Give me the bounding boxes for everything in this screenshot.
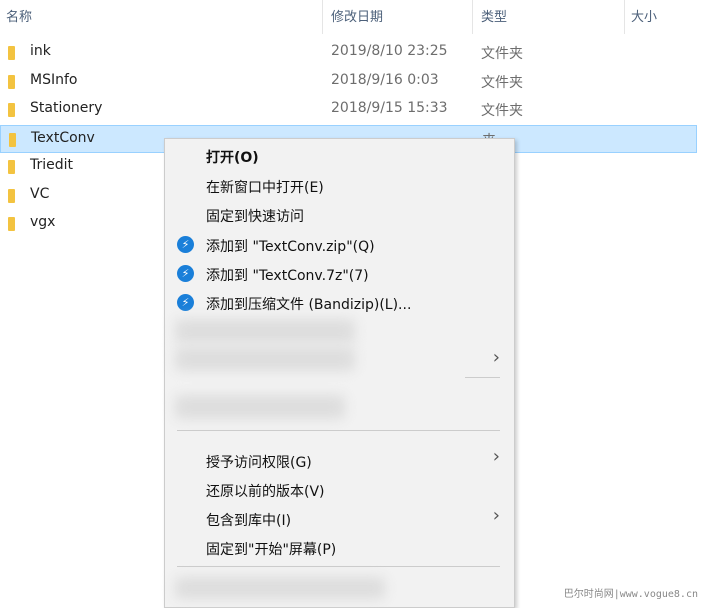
column-divider[interactable] [472,0,473,34]
context-menu: 打开(O) 在新窗口中打开(E) 固定到快速访问 ⚡ 添加到 "TextConv… [164,138,515,608]
column-header: 名称 修改日期 类型 大小 [0,0,702,34]
menu-pin-quick-access[interactable]: 固定到快速访问 [206,206,304,226]
file-name: ink [30,43,51,59]
chevron-right-icon: › [492,505,500,526]
file-name: vgx [30,214,56,230]
file-row[interactable]: MSInfo 2018/9/16 0:03 文件夹 [0,68,697,96]
folder-icon [8,160,15,174]
menu-separator [465,377,500,378]
bandizip-icon: ⚡ [177,294,194,311]
folder-icon [8,103,15,117]
chevron-right-icon: › [492,347,500,368]
chevron-right-icon: › [492,446,500,467]
menu-restore-versions[interactable]: 还原以前的版本(V) [206,481,325,501]
file-row[interactable]: ink 2019/8/10 23:25 文件夹 [0,39,697,67]
file-name: Triedit [30,157,74,173]
menu-open-new-window[interactable]: 在新窗口中打开(E) [206,177,324,197]
menu-grant-access[interactable]: 授予访问权限(G) [206,452,312,472]
menu-add-zip[interactable]: 添加到 "TextConv.zip"(Q) [206,236,375,256]
bandizip-icon: ⚡ [177,265,194,282]
folder-icon [9,132,16,147]
file-type: 文件夹 [481,103,523,119]
file-name: MSInfo [30,71,78,88]
file-name: VC [30,185,50,202]
menu-include-library[interactable]: 包含到库中(I) [206,510,291,530]
menu-open[interactable]: 打开(O) [206,147,259,167]
menu-add-7z[interactable]: 添加到 "TextConv.7z"(7) [206,265,369,285]
menu-pin-start[interactable]: 固定到"开始"屏幕(P) [206,539,336,559]
column-name[interactable]: 名称 [6,6,32,25]
folder-icon [8,74,15,89]
watermark: 巴尔时尚网|www.vogue8.cn [563,589,698,600]
column-divider[interactable] [322,0,323,34]
column-date[interactable]: 修改日期 [331,6,383,25]
menu-separator [177,430,500,431]
blurred-menu-item [175,347,355,371]
menu-add-bandizip[interactable]: 添加到压缩文件 (Bandizip)(L)... [206,294,411,314]
blurred-menu-item [175,577,385,599]
file-type: 文件夹 [481,46,523,62]
bandizip-icon: ⚡ [177,236,194,253]
column-divider[interactable] [624,0,625,34]
folder-icon [8,46,15,60]
folder-icon [8,217,15,231]
blurred-menu-item [175,395,345,419]
column-size[interactable]: 大小 [631,6,657,25]
file-date: 2019/8/10 23:25 [331,43,448,59]
menu-separator [177,566,500,567]
blurred-menu-item [175,319,355,343]
file-name: TextConv [31,129,95,146]
column-type[interactable]: 类型 [481,6,507,25]
file-name: Stationery [30,100,103,116]
file-date: 2018/9/15 15:33 [331,100,448,116]
file-type: 文件夹 [481,74,523,91]
file-row[interactable]: Stationery 2018/9/15 15:33 文件夹 [0,96,697,124]
file-date: 2018/9/16 0:03 [331,71,439,88]
folder-icon [8,188,15,203]
